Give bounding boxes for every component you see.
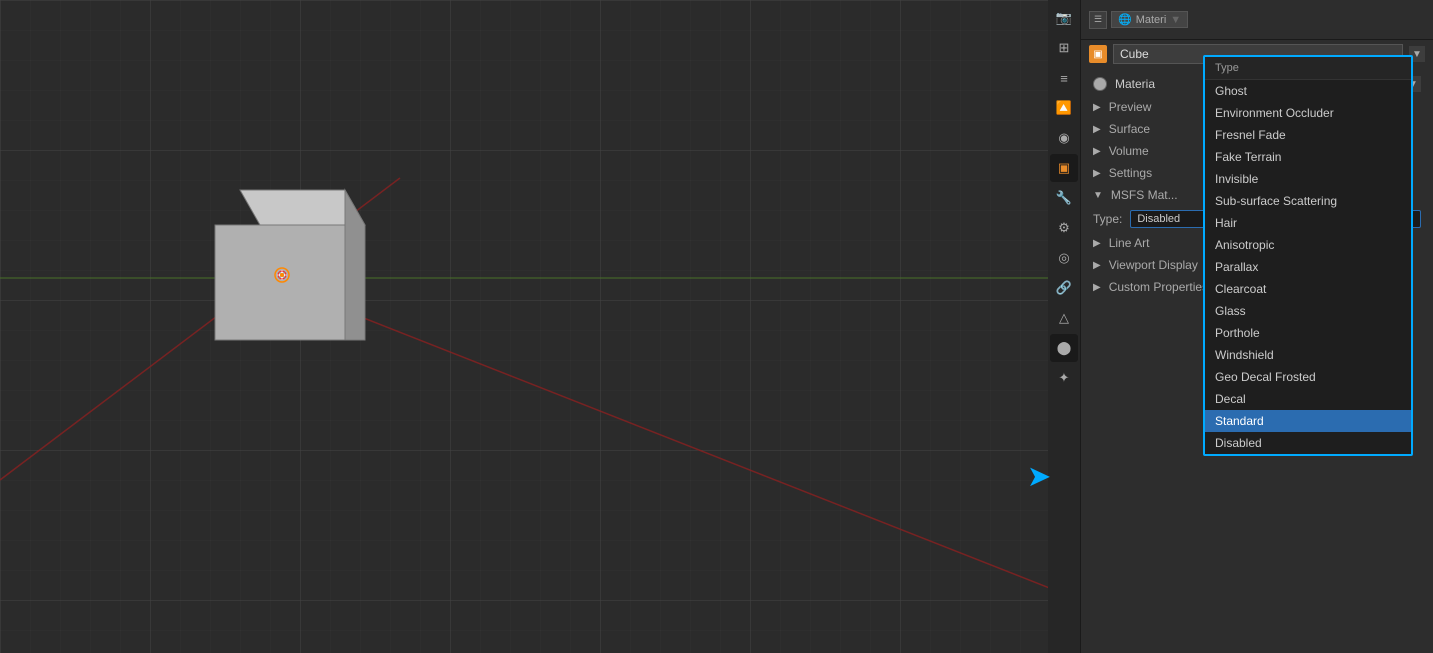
section-preview-label: Preview [1109, 100, 1152, 114]
section-line-art-label: Line Art [1109, 236, 1150, 250]
chevron-msfs: ▼ [1093, 190, 1103, 201]
dropdown-item-geo-decal-frosted[interactable]: Geo Decal Frosted [1205, 366, 1411, 388]
chevron-custom-props: ▶ [1093, 282, 1101, 293]
dropdown-item-ghost[interactable]: Ghost [1205, 80, 1411, 102]
view-layer-selector[interactable]: 🌐 Materi ▼ [1111, 11, 1188, 28]
output-icon[interactable]: ⊞ [1050, 34, 1078, 62]
physics-icon[interactable]: ◎ [1050, 244, 1078, 272]
dropdown-item-invisible[interactable]: Invisible [1205, 168, 1411, 190]
material-icon[interactable]: ⬤ [1050, 334, 1078, 362]
viewport[interactable]: 🎥 ⊞ [0, 0, 1080, 653]
dropdown-item-disabled[interactable]: Disabled [1205, 432, 1411, 454]
dropdown-item-glass[interactable]: Glass [1205, 300, 1411, 322]
panel-toolbar: ☰ 🌐 Materi ▼ [1081, 0, 1433, 40]
object-type-icon: ▣ [1089, 45, 1107, 63]
chevron-viewport-display: ▶ [1093, 260, 1101, 271]
data-icon[interactable]: △ [1050, 304, 1078, 332]
constraint-icon[interactable]: 🔗 [1050, 274, 1078, 302]
chevron-volume: ▶ [1093, 146, 1101, 157]
type-label: Type: [1093, 212, 1122, 226]
section-custom-properties-label: Custom Properties [1109, 280, 1208, 294]
dropdown-item-parallax[interactable]: Parallax [1205, 256, 1411, 278]
chevron-down-icon: ▼ [1170, 14, 1181, 26]
material-dot [1093, 77, 1107, 91]
section-surface-label: Surface [1109, 122, 1150, 136]
view-layer-label: Materi [1136, 14, 1167, 26]
panel-menu-icon[interactable]: ☰ [1089, 11, 1107, 29]
scene-icon[interactable]: 🔼 [1050, 94, 1078, 122]
dropdown-item-decal[interactable]: Decal [1205, 388, 1411, 410]
shaderfx-icon[interactable]: ✦ [1050, 364, 1078, 392]
modifier-icon[interactable]: 🔧 [1050, 184, 1078, 212]
type-select-value: Disabled [1137, 213, 1180, 225]
properties-icons-bar: 📷 ⊞ ≡ 🔼 ◉ ▣ 🔧 ⚙ ◎ 🔗 △ ⬤ ✦ [1048, 0, 1080, 653]
chevron-surface: ▶ [1093, 124, 1101, 135]
viewlayer-icon[interactable]: ≡ [1050, 64, 1078, 92]
chevron-settings: ▶ [1093, 168, 1101, 179]
dropdown-header: Type [1205, 57, 1411, 80]
world-icon[interactable]: ◉ [1050, 124, 1078, 152]
dropdown-item-porthole[interactable]: Porthole [1205, 322, 1411, 344]
dropdown-item-clearcoat[interactable]: Clearcoat [1205, 278, 1411, 300]
dropdown-item-fake-terrain[interactable]: Fake Terrain [1205, 146, 1411, 168]
chevron-line-art: ▶ [1093, 238, 1101, 249]
cube-svg [195, 185, 370, 355]
dropdown-item-standard[interactable]: Standard [1205, 410, 1411, 432]
dropdown-item-environment-occluder[interactable]: Environment Occluder [1205, 102, 1411, 124]
dropdown-item-fresnel-fade[interactable]: Fresnel Fade [1205, 124, 1411, 146]
dropdown-item-windshield[interactable]: Windshield [1205, 344, 1411, 366]
arrow-indicator: ➤ [1028, 461, 1050, 492]
section-volume-label: Volume [1109, 144, 1149, 158]
chevron-preview: ▶ [1093, 102, 1101, 113]
panel-breadcrumb: 🌐 Materi ▼ [1111, 11, 1188, 28]
section-msfs-label: MSFS Mat... [1111, 188, 1178, 202]
type-dropdown-menu[interactable]: Type Ghost Environment Occluder Fresnel … [1203, 55, 1413, 456]
particle-icon[interactable]: ⚙ [1050, 214, 1078, 242]
dropdown-item-hair[interactable]: Hair [1205, 212, 1411, 234]
render-icon[interactable]: 📷 [1050, 4, 1078, 32]
section-settings-label: Settings [1109, 166, 1152, 180]
dropdown-item-subsurface-scattering[interactable]: Sub-surface Scattering [1205, 190, 1411, 212]
object-icon[interactable]: ▣ [1050, 154, 1078, 182]
globe-icon: 🌐 [1118, 13, 1132, 26]
dropdown-item-anisotropic[interactable]: Anisotropic [1205, 234, 1411, 256]
section-viewport-display-label: Viewport Display [1109, 258, 1198, 272]
viewport-grid [0, 0, 1080, 653]
cube-3d [195, 185, 370, 358]
